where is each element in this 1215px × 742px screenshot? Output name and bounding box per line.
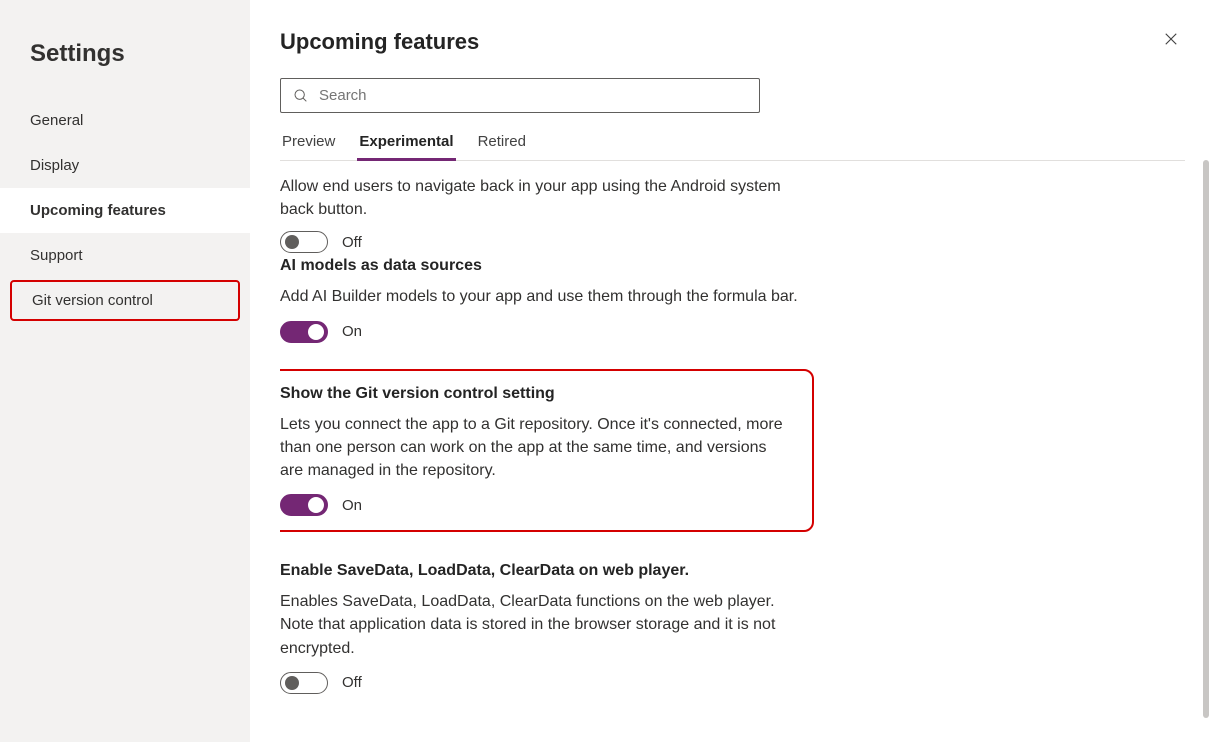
sidebar-item-display[interactable]: Display [0,143,250,188]
toggle-label: On [342,497,362,514]
content-scroll: Allow end users to navigate back in your… [280,175,1185,742]
feature-desc: Add AI Builder models to your app and us… [280,285,800,308]
close-icon [1162,30,1180,48]
tabs: Preview Experimental Retired [280,133,1185,161]
toggle-label: Off [342,674,362,691]
toggle-knob [308,324,324,340]
tab-preview[interactable]: Preview [280,133,337,161]
search-input[interactable] [319,87,747,104]
feature-desc: Allow end users to navigate back in your… [280,175,800,221]
tab-retired[interactable]: Retired [476,133,528,161]
toggle-row: Off [280,672,800,694]
feature-desc: Enables SaveData, LoadData, ClearData fu… [280,590,800,660]
toggle-ai-models[interactable] [280,321,328,343]
toggle-git-version-control[interactable] [280,494,328,516]
feature-android-back-partial: Allow end users to navigate back in your… [280,175,800,253]
feature-list: Allow end users to navigate back in your… [280,175,800,694]
feature-git-version-control: Show the Git version control setting Let… [280,369,814,533]
sidebar-item-support[interactable]: Support [0,233,250,278]
feature-title: Show the Git version control setting [280,385,794,403]
feature-title: Enable SaveData, LoadData, ClearData on … [280,562,800,580]
sidebar-item-git-version-control[interactable]: Git version control [10,280,240,321]
feature-savedata-web: Enable SaveData, LoadData, ClearData on … [280,558,800,694]
scrollbar[interactable] [1203,160,1209,718]
toggle-row: On [280,494,794,516]
toggle-android-back[interactable] [280,231,328,253]
feature-title: AI models as data sources [280,257,800,275]
sidebar-title: Settings [0,40,250,68]
search-icon [293,88,309,104]
toggle-row: Off [280,231,800,253]
close-button[interactable] [1157,25,1185,58]
main-header: Upcoming features [280,25,1185,58]
feature-desc: Lets you connect the app to a Git reposi… [280,413,794,483]
toggle-row: On [280,321,800,343]
toggle-knob [308,497,324,513]
toggle-knob [285,676,299,690]
toggle-savedata-web[interactable] [280,672,328,694]
sidebar-item-upcoming-features[interactable]: Upcoming features [0,188,250,233]
sidebar: Settings General Display Upcoming featur… [0,0,250,742]
toggle-label: Off [342,234,362,251]
sidebar-item-general[interactable]: General [0,98,250,143]
search-box[interactable] [280,78,760,113]
page-title: Upcoming features [280,29,479,55]
tab-experimental[interactable]: Experimental [357,133,455,161]
toggle-label: On [342,323,362,340]
main-panel: Upcoming features Preview Experimental R… [250,0,1215,742]
toggle-knob [285,235,299,249]
feature-ai-models: AI models as data sources Add AI Builder… [280,253,800,342]
